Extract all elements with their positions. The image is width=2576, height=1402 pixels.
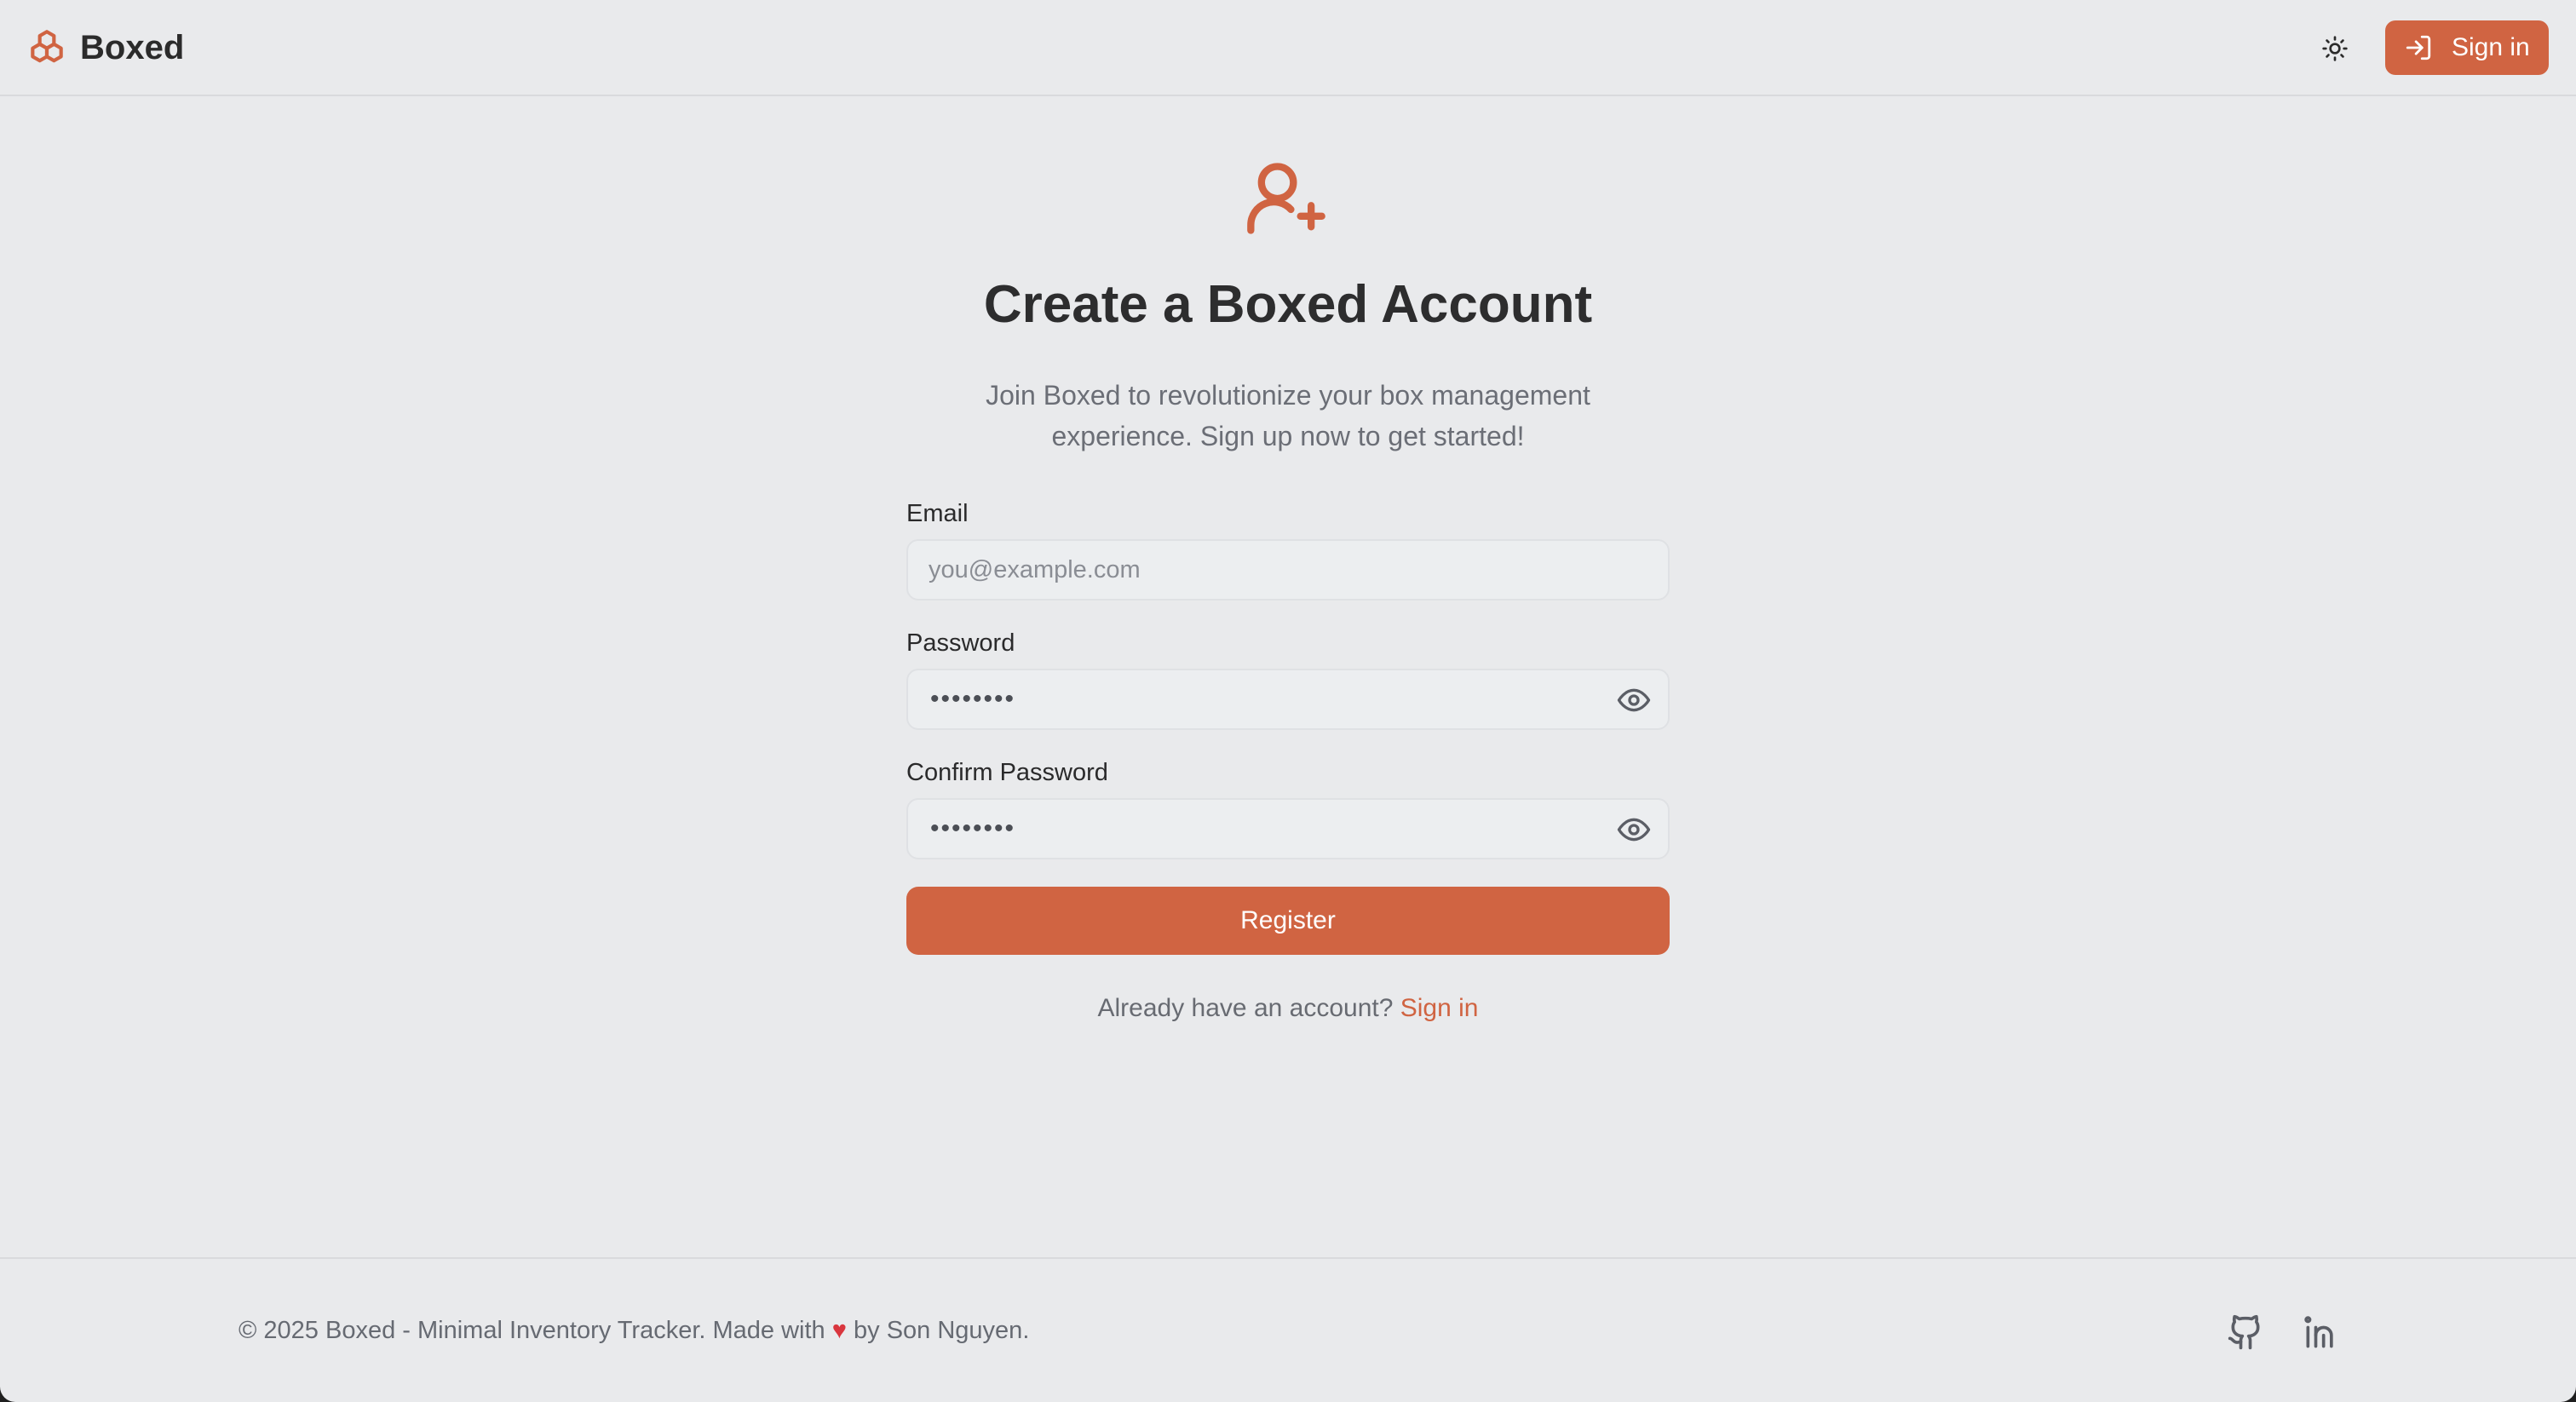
theme-toggle-button[interactable] xyxy=(2312,26,2358,72)
confirm-password-field[interactable]: •••••••• xyxy=(906,798,1670,859)
password-field[interactable]: •••••••• xyxy=(906,669,1670,730)
github-icon[interactable] xyxy=(2227,1313,2264,1351)
copyright-prefix: © 2025 Boxed - Minimal Inventory Tracker… xyxy=(239,1317,825,1344)
confirm-password-masked-value: •••••••• xyxy=(930,814,1016,842)
app-window: Boxed Sign in Create a Boxed Account Joi… xyxy=(0,0,2576,1402)
email-field-wrapper xyxy=(906,539,1670,600)
page-title: Create a Boxed Account xyxy=(983,275,1593,334)
register-button[interactable]: Register xyxy=(906,887,1670,955)
heart-icon: ♥ xyxy=(831,1317,847,1344)
linkedin-icon[interactable] xyxy=(2302,1313,2339,1351)
sun-icon xyxy=(2322,36,2348,61)
eye-icon[interactable] xyxy=(1617,686,1651,715)
brand-name: Boxed xyxy=(80,28,185,66)
register-section: Create a Boxed Account Join Boxed to rev… xyxy=(0,98,2576,1256)
email-field[interactable] xyxy=(929,541,1593,599)
password-label: Password xyxy=(906,629,1015,657)
copyright-suffix: by Son Nguyen. xyxy=(854,1317,1030,1344)
header-signin-button[interactable]: Sign in xyxy=(2385,20,2549,75)
header-signin-label: Sign in xyxy=(2452,33,2530,61)
already-have-account-text: Already have an account? xyxy=(1097,994,1394,1022)
footer-copyright: © 2025 Boxed - Minimal Inventory Tracker… xyxy=(239,1317,1029,1345)
email-label: Email xyxy=(906,500,969,527)
footer: © 2025 Boxed - Minimal Inventory Tracker… xyxy=(0,1257,2576,1402)
signin-prompt: Already have an account? Sign in xyxy=(0,994,2576,1023)
top-navbar: Boxed Sign in xyxy=(0,0,2576,96)
confirm-password-label: Confirm Password xyxy=(906,759,1108,786)
eye-icon[interactable] xyxy=(1617,815,1651,844)
register-label: Register xyxy=(1240,906,1336,934)
page-subtitle: Join Boxed to revolutionize your box man… xyxy=(986,380,1590,451)
sign-in-arrow-icon xyxy=(2406,35,2431,60)
boxes-logo-icon xyxy=(31,30,63,63)
brand-link[interactable]: Boxed xyxy=(26,24,184,72)
password-masked-value: •••••••• xyxy=(930,685,1016,713)
user-plus-icon xyxy=(1247,163,1325,234)
signin-link[interactable]: Sign in xyxy=(1400,994,1479,1022)
